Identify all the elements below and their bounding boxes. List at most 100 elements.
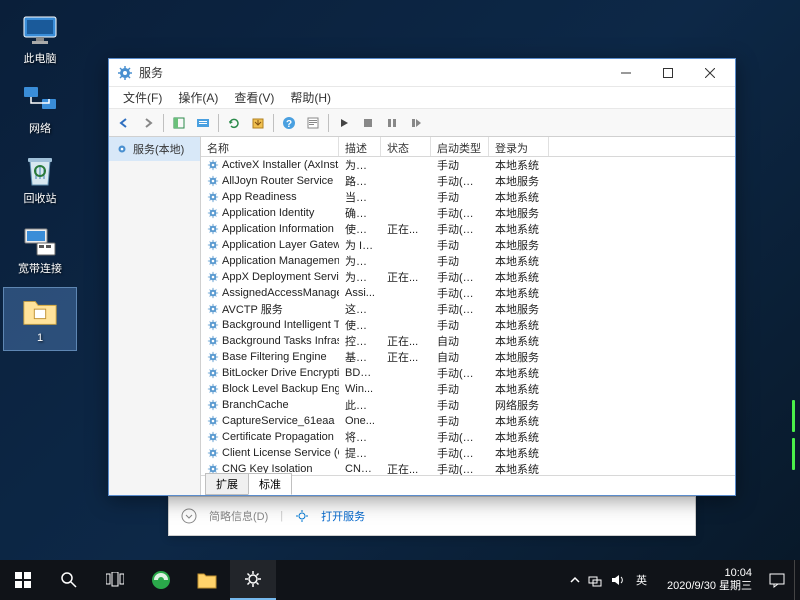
clock[interactable]: 10:04 2020/9/30 星期三: [659, 567, 760, 593]
service-desc-cell: 使用...: [339, 221, 381, 237]
service-logon-cell: 本地系统: [489, 157, 549, 173]
chevron-up-icon[interactable]: [570, 575, 580, 585]
menu-help[interactable]: 帮助(H): [282, 87, 339, 108]
desktop-icon-this-pc[interactable]: 此电脑: [4, 8, 76, 70]
sidebar-item-services-local[interactable]: 服务(本地): [109, 137, 200, 161]
service-name-cell: AppX Deployment Servic...: [201, 271, 339, 283]
desktop-icon-label: 1: [37, 332, 43, 344]
export-button[interactable]: [247, 112, 269, 134]
service-row[interactable]: CaptureService_61eaaOne...手动本地系统: [201, 413, 735, 429]
service-row[interactable]: Base Filtering Engine基本...正在...自动本地服务: [201, 349, 735, 365]
service-row[interactable]: Application Information使用...正在...手动(触发..…: [201, 221, 735, 237]
column-logon-as[interactable]: 登录为: [489, 137, 549, 156]
network-icon: [22, 82, 58, 118]
system-tray[interactable]: 英: [562, 572, 659, 588]
close-button[interactable]: [689, 60, 731, 86]
show-desktop-button[interactable]: [794, 560, 800, 600]
start-service-button[interactable]: [333, 112, 355, 134]
menu-view[interactable]: 查看(V): [226, 87, 282, 108]
service-row[interactable]: Background Intelligent T...使用...手动本地系统: [201, 317, 735, 333]
service-start-cell: 自动: [431, 349, 489, 365]
service-row[interactable]: Background Tasks Infras...控制...正在...自动本地…: [201, 333, 735, 349]
service-desc-cell: 基本...: [339, 349, 381, 365]
column-startup-type[interactable]: 启动类型: [431, 137, 489, 156]
service-start-cell: 手动(触发...: [431, 429, 489, 445]
help-button[interactable]: ?: [278, 112, 300, 134]
service-row[interactable]: Block Level Backup Engi...Win...手动本地系统: [201, 381, 735, 397]
open-services-link[interactable]: 打开服务: [321, 508, 365, 524]
service-desc-cell: 此服...: [339, 397, 381, 413]
task-view-button[interactable]: [92, 560, 138, 600]
service-row[interactable]: ActiveX Installer (AxInstSV)为从...手动本地系统: [201, 157, 735, 173]
desktop-icon-label: 网络: [29, 120, 51, 136]
column-description[interactable]: 描述: [339, 137, 381, 156]
volume-icon[interactable]: [610, 573, 624, 587]
column-name[interactable]: 名称: [201, 137, 339, 156]
menu-action[interactable]: 操作(A): [170, 87, 226, 108]
service-row[interactable]: Certificate Propagation将用...手动(触发...本地系统: [201, 429, 735, 445]
service-row[interactable]: AVCTP 服务这是...手动(触发...本地服务: [201, 301, 735, 317]
service-start-cell: 手动(触发...: [431, 221, 489, 237]
svg-text:?: ?: [286, 119, 292, 130]
service-row[interactable]: AppX Deployment Servic...为部...正在...手动(触发…: [201, 269, 735, 285]
service-row[interactable]: BitLocker Drive Encryptio...BDE... 手动(触发.…: [201, 365, 735, 381]
taskbar-app-settings[interactable]: [230, 560, 276, 600]
maximize-button[interactable]: [647, 60, 689, 86]
ime-indicator[interactable]: 英: [632, 572, 651, 588]
service-row[interactable]: BranchCache此服...手动网络服务: [201, 397, 735, 413]
service-logon-cell: 本地系统: [489, 221, 549, 237]
titlebar[interactable]: 服务: [109, 59, 735, 87]
desktop-icon-network[interactable]: 网络: [4, 78, 76, 140]
service-desc-cell: 控制...: [339, 333, 381, 349]
service-row[interactable]: Application Management为通...手动本地系统: [201, 253, 735, 269]
minimize-button[interactable]: [605, 60, 647, 86]
action-center-button[interactable]: [760, 560, 794, 600]
refresh-button[interactable]: [223, 112, 245, 134]
show-hide-button[interactable]: [168, 112, 190, 134]
service-row[interactable]: App Readiness当用...手动本地系统: [201, 189, 735, 205]
background-window: 简略信息(D) | 打开服务: [168, 496, 696, 536]
service-status-cell: 正在...: [381, 269, 431, 285]
desktop-icon-folder-1[interactable]: 1: [4, 288, 76, 350]
properties-button[interactable]: [302, 112, 324, 134]
search-button[interactable]: [46, 560, 92, 600]
list-header: 名称 描述 状态 启动类型 登录为: [201, 137, 735, 157]
window-title: 服务: [139, 64, 605, 81]
sidebar: 服务(本地): [109, 137, 201, 495]
forward-button[interactable]: [137, 112, 159, 134]
service-start-cell: 手动: [431, 253, 489, 269]
service-row[interactable]: Application Layer Gatew...为 In...手动本地服务: [201, 237, 735, 253]
service-name-cell: BranchCache: [201, 399, 339, 411]
desktop-icon-recycle-bin[interactable]: 回收站: [4, 148, 76, 210]
service-list[interactable]: ActiveX Installer (AxInstSV)为从...手动本地系统A…: [201, 157, 735, 475]
stop-service-button[interactable]: [357, 112, 379, 134]
taskbar-app-edge[interactable]: [138, 560, 184, 600]
column-status[interactable]: 状态: [381, 137, 431, 156]
gear-icon: [295, 509, 309, 523]
service-logon-cell: 本地系统: [489, 445, 549, 461]
menu-file[interactable]: 文件(F): [115, 87, 170, 108]
service-name-cell: BitLocker Drive Encryptio...: [201, 367, 339, 379]
service-start-cell: 手动: [431, 413, 489, 429]
service-row[interactable]: Client License Service (Cli...提供...手动(触发…: [201, 445, 735, 461]
service-desc-cell: BDE...: [339, 367, 381, 379]
taskbar-app-explorer[interactable]: [184, 560, 230, 600]
tab-extended[interactable]: 扩展: [205, 473, 249, 495]
tab-standard[interactable]: 标准: [248, 473, 292, 495]
service-row[interactable]: Application Identity确定...手动(触发...本地服务: [201, 205, 735, 221]
network-tray-icon[interactable]: [588, 573, 602, 587]
view-button[interactable]: [192, 112, 214, 134]
service-logon-cell: 本地系统: [489, 253, 549, 269]
service-start-cell: 手动(触发...: [431, 365, 489, 381]
back-button[interactable]: [113, 112, 135, 134]
restart-service-button[interactable]: [405, 112, 427, 134]
service-row[interactable]: AssignedAccessManager...Assi...手动(触发...本…: [201, 285, 735, 301]
desktop-icon-dialup[interactable]: 宽带连接: [4, 218, 76, 280]
service-desc-cell: Assi...: [339, 287, 381, 299]
service-name-cell: Base Filtering Engine: [201, 351, 339, 363]
service-logon-cell: 本地服务: [489, 205, 549, 221]
pause-service-button[interactable]: [381, 112, 403, 134]
start-button[interactable]: [0, 560, 46, 600]
service-start-cell: 手动(触发...: [431, 205, 489, 221]
service-row[interactable]: AllJoyn Router Service路由...手动(触发...本地服务: [201, 173, 735, 189]
